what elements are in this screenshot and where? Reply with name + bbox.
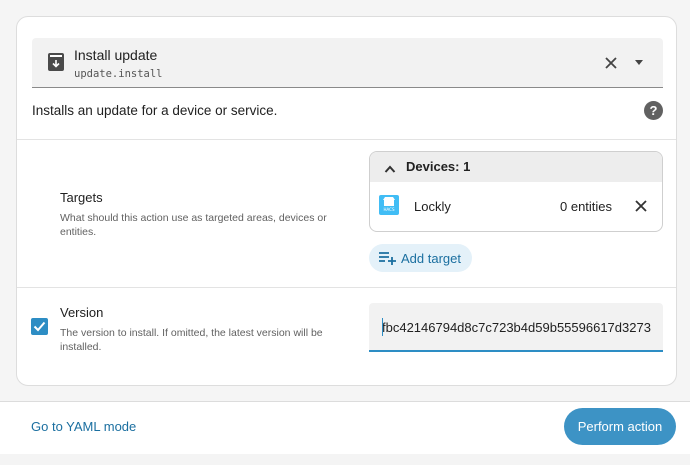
update-icon — [48, 53, 64, 71]
version-field[interactable]: fbc42146794d8c7c723b4d59b55596617d3273 — [369, 303, 663, 352]
clear-icon[interactable] — [602, 54, 620, 72]
version-description: The version to install. If omitted, the … — [60, 327, 323, 353]
divider — [17, 139, 676, 140]
add-target-label: Add target — [401, 251, 461, 266]
version-value: fbc42146794d8c7c723b4d59b55596617d3273 — [382, 320, 651, 335]
targets-label: Targets — [60, 190, 103, 205]
hacs-icon: HACS — [379, 195, 399, 215]
device-entity-count: 0 entities — [560, 199, 613, 214]
perform-action-button[interactable]: Perform action — [564, 408, 676, 445]
service-selector[interactable]: Install update update.install — [32, 38, 663, 88]
bottom-strip — [0, 454, 690, 465]
help-icon[interactable]: ? — [644, 101, 663, 120]
devices-panel: Devices: 1 HACS Lockly 0 entities — [369, 151, 663, 232]
hacs-icon-text: HACS — [383, 207, 395, 212]
targets-description: What should this action use as targeted … — [60, 212, 327, 238]
divider — [17, 287, 676, 288]
text-cursor — [382, 318, 383, 336]
action-card: Install update update.install Installs a… — [16, 16, 677, 386]
version-checkbox[interactable] — [31, 318, 48, 335]
version-label: Version — [60, 305, 104, 320]
device-name: Lockly — [414, 199, 451, 214]
device-chip[interactable]: HACS Lockly 0 entities — [370, 182, 662, 231]
checkbox-checked-icon — [33, 321, 46, 332]
add-target-icon — [379, 252, 396, 265]
yaml-mode-link[interactable]: Go to YAML mode — [31, 419, 136, 434]
remove-icon[interactable] — [633, 198, 649, 214]
chevron-up-icon[interactable] — [384, 161, 396, 173]
devices-header[interactable]: Devices: 1 — [370, 152, 662, 182]
devices-count: Devices: 1 — [406, 159, 471, 174]
service-id: update.install — [74, 68, 163, 80]
add-target-button[interactable]: Add target — [369, 244, 472, 272]
service-title: Install update — [74, 47, 158, 63]
service-description: Installs an update for a device or servi… — [32, 103, 278, 118]
dropdown-arrow-icon[interactable] — [635, 60, 643, 65]
